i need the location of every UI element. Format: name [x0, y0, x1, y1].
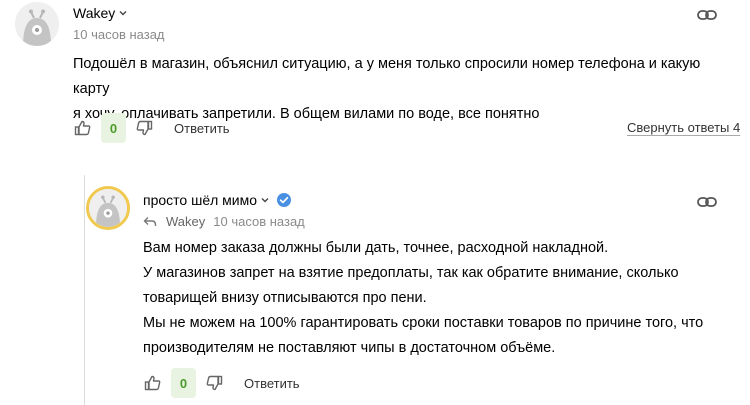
comment-line: Вам номер заказа должны были дать, точне… [143, 240, 609, 256]
thumbs-up-icon [74, 120, 91, 136]
score-badge: 0 [171, 368, 196, 398]
comment-author[interactable]: просто шёл мимо [143, 192, 292, 208]
comment-author[interactable]: Wakey [73, 5, 128, 21]
like-button[interactable] [73, 118, 93, 138]
dislike-button[interactable] [204, 373, 224, 393]
thread-line [84, 175, 85, 405]
reply-arrow-icon [143, 216, 157, 226]
comment-actions: 0 Ответить [143, 368, 300, 398]
author-name: просто шёл мимо [143, 192, 258, 208]
reply-button[interactable]: Ответить [244, 376, 300, 391]
thumbs-down-icon [206, 375, 223, 391]
reply-button[interactable]: Ответить [174, 121, 230, 136]
dislike-button[interactable] [134, 118, 154, 138]
collapse-replies-button[interactable]: Свернуть ответы 4 [627, 120, 740, 135]
verified-badge-icon [277, 193, 292, 207]
like-button[interactable] [143, 373, 163, 393]
comment-time: 10 часов назад [73, 27, 165, 42]
thumbs-up-icon [144, 375, 161, 391]
comment-line: У магазинов запрет на взятие предоплаты,… [143, 265, 679, 281]
reply-to-line: Wakey 10 часов назад [143, 214, 305, 229]
reply-to-author[interactable]: Wakey [166, 214, 205, 229]
comment-line: производителям не поставляют чипы в дост… [143, 340, 556, 356]
comment-line: Мы не можем на 100% гарантировать сроки … [143, 315, 704, 331]
comment-line: товарищей внизу отписываются про пени. [143, 290, 427, 306]
chevron-down-icon [261, 198, 269, 203]
comment-text: Вам номер заказа должны были дать, точне… [143, 236, 733, 361]
chevron-down-icon [119, 11, 127, 16]
thumbs-down-icon [136, 120, 153, 136]
avatar[interactable] [15, 2, 59, 46]
avatar[interactable] [86, 186, 130, 230]
link-icon[interactable] [697, 195, 717, 214]
comment-line: Подошёл в магазин, объяснил ситуацию, а … [73, 56, 701, 97]
link-icon[interactable] [697, 8, 717, 27]
comment-actions: 0 Ответить [73, 113, 230, 143]
score-badge: 0 [101, 113, 126, 143]
robot-avatar-icon [89, 189, 127, 227]
robot-avatar-icon [15, 2, 59, 46]
comment-time: 10 часов назад [213, 214, 305, 229]
author-name: Wakey [73, 5, 116, 21]
